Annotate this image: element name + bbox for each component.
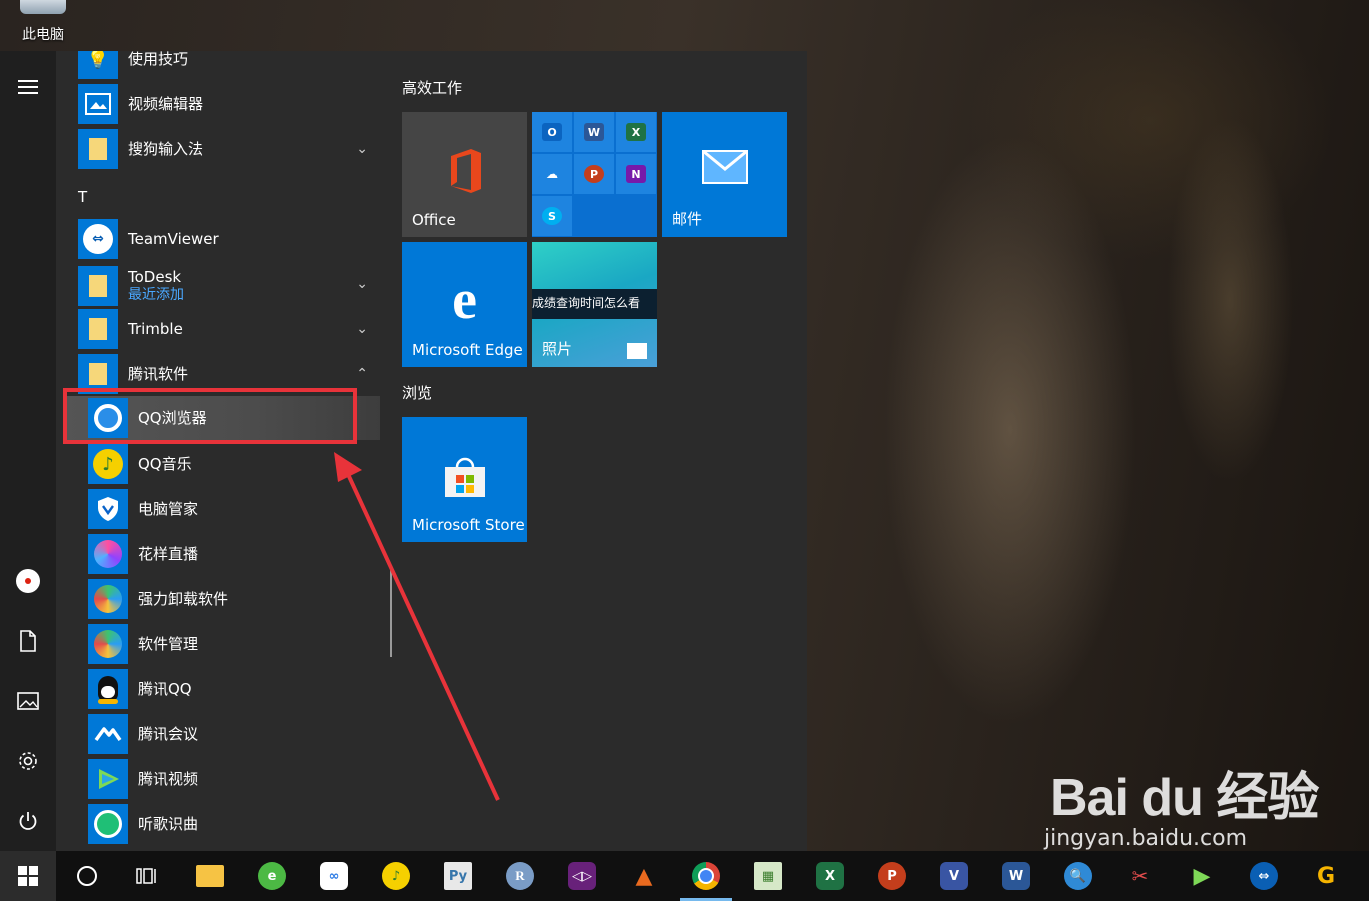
powerpoint-taskbar-icon[interactable]: P	[872, 856, 912, 896]
word-taskbar-icon[interactable]: W	[996, 856, 1036, 896]
taskbar: e ∞ ♪ Py R ◁▷ ▲ ▦ X P V W 🔍 ✂ ▶ ⇔ G	[0, 851, 1369, 901]
r-language-icon[interactable]: R	[500, 856, 540, 896]
file-explorer-icon[interactable]	[190, 856, 230, 896]
visio-taskbar-icon[interactable]: V	[934, 856, 974, 896]
baidu-netdisk-icon[interactable]: ∞	[314, 856, 354, 896]
baidu-watermark: Bai du 经验 jingyan.baidu.com	[1044, 769, 1319, 851]
chrome-icon[interactable]	[680, 856, 732, 901]
python-file-icon[interactable]: Py	[438, 856, 478, 896]
matlab-icon[interactable]: ▲	[624, 856, 664, 896]
windows-logo-icon	[18, 866, 38, 886]
teamviewer-taskbar-icon[interactable]: ⇔	[1244, 856, 1284, 896]
browser-360-icon[interactable]: e	[252, 856, 292, 896]
task-view-icon[interactable]	[127, 856, 167, 896]
visual-studio-icon[interactable]: ◁▷	[562, 856, 602, 896]
tencent-video-taskbar-icon[interactable]: ▶	[1182, 856, 1222, 896]
qq-music-taskbar-icon[interactable]: ♪	[376, 856, 416, 896]
search-tool-icon[interactable]: 🔍	[1058, 856, 1098, 896]
screenshot-tool-icon[interactable]: ✂	[1120, 856, 1160, 896]
start-button[interactable]	[0, 851, 56, 901]
app-g-taskbar-icon[interactable]: G	[1306, 856, 1346, 896]
cortana-search-icon[interactable]	[67, 856, 107, 896]
excel-taskbar-icon[interactable]: X	[810, 856, 850, 896]
image-viewer-icon[interactable]: ▦	[748, 856, 788, 896]
